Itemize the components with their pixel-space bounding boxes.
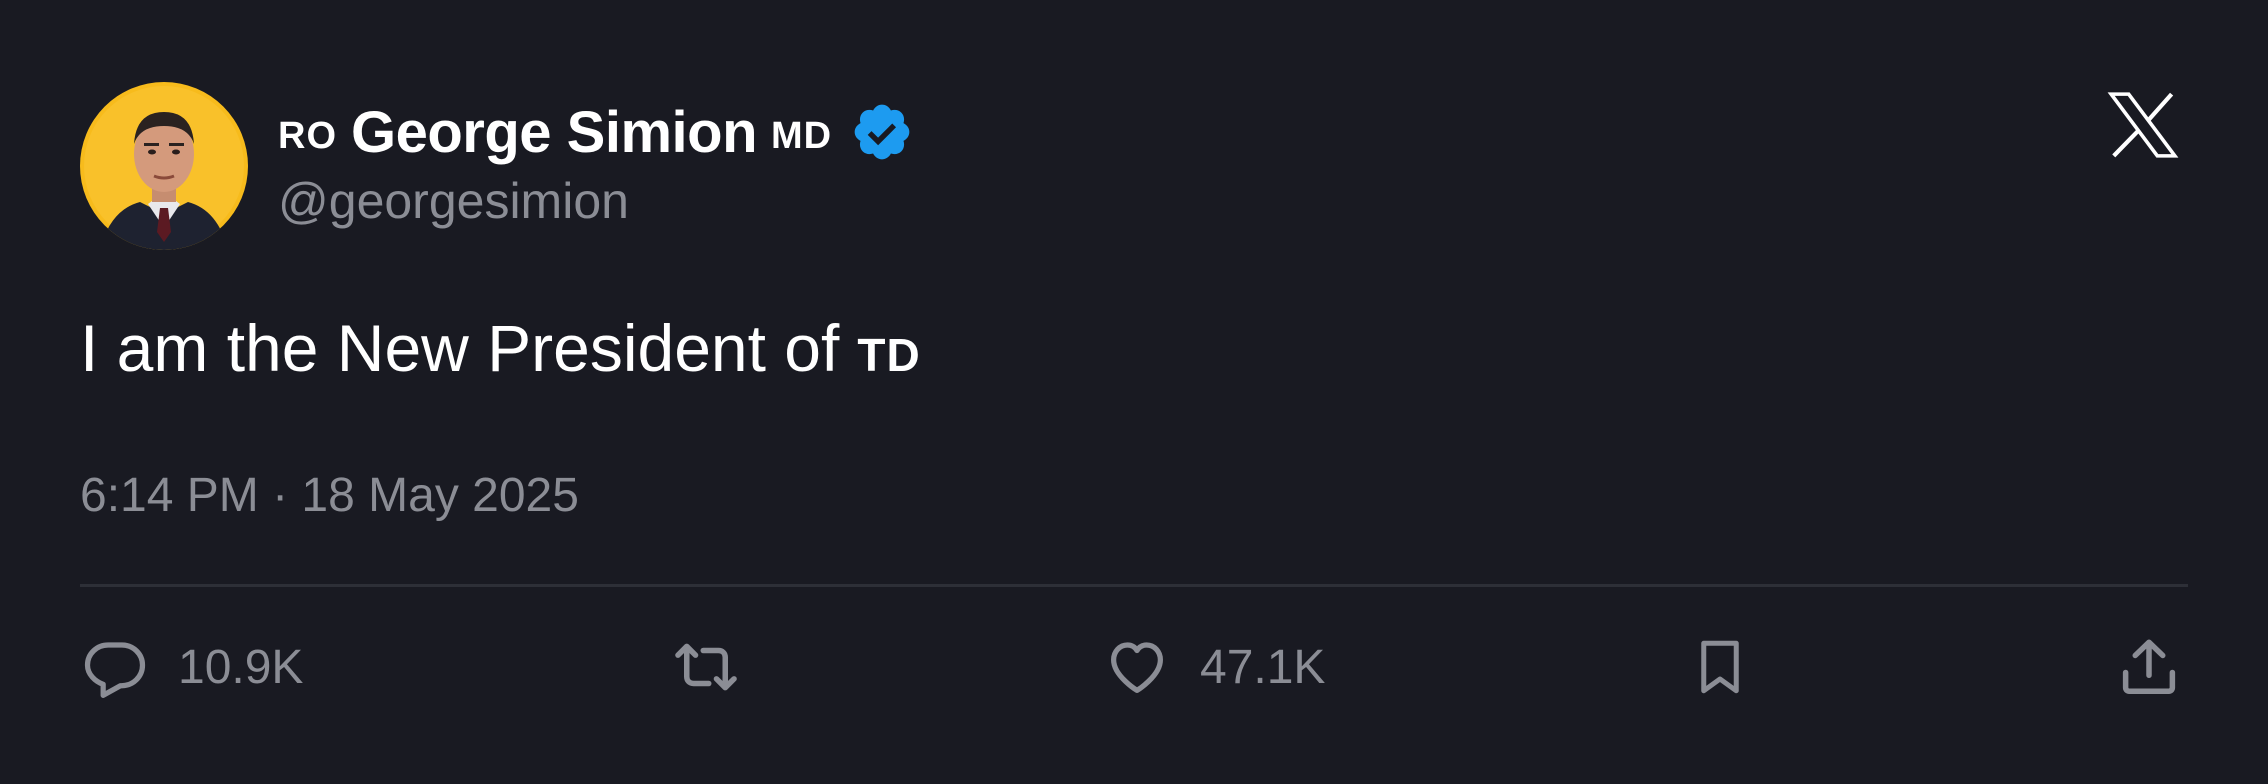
heart-icon	[1104, 634, 1170, 700]
retweet-icon	[670, 634, 742, 700]
share-button[interactable]	[2116, 632, 2182, 702]
verified-badge-icon[interactable]	[850, 100, 914, 164]
tweet-text: I am the New President of TD	[80, 310, 921, 386]
bookmark-button[interactable]	[1690, 632, 1750, 702]
x-logo-icon	[2104, 86, 2182, 164]
bookmark-icon	[1690, 632, 1750, 702]
reply-icon	[82, 634, 148, 700]
tweet-flag: TD	[857, 329, 921, 381]
tweet-body: I am the New President of	[80, 311, 840, 385]
flag-left: RO	[278, 114, 337, 157]
display-name[interactable]: George Simion	[351, 99, 758, 166]
like-count: 47.1K	[1200, 640, 1326, 694]
author-info: RO George Simion MD @georgesimion	[278, 92, 914, 230]
share-icon	[2116, 634, 2182, 700]
timestamp[interactable]: 6:14 PM · 18 May 2025	[80, 468, 579, 523]
display-name-row[interactable]: RO George Simion MD	[278, 92, 914, 172]
retweet-button[interactable]	[670, 632, 742, 702]
tweet-header: RO George Simion MD @georgesimion	[80, 80, 914, 252]
divider	[80, 584, 2188, 587]
avatar[interactable]	[80, 82, 248, 250]
like-button[interactable]: 47.1K	[1104, 632, 1325, 702]
tweet-card: RO George Simion MD @georgesimion I am t…	[0, 0, 2268, 784]
flag-right: MD	[771, 114, 833, 157]
reply-count: 10.9K	[178, 640, 304, 694]
handle[interactable]: @georgesimion	[278, 172, 914, 230]
reply-button[interactable]: 10.9K	[82, 632, 303, 702]
